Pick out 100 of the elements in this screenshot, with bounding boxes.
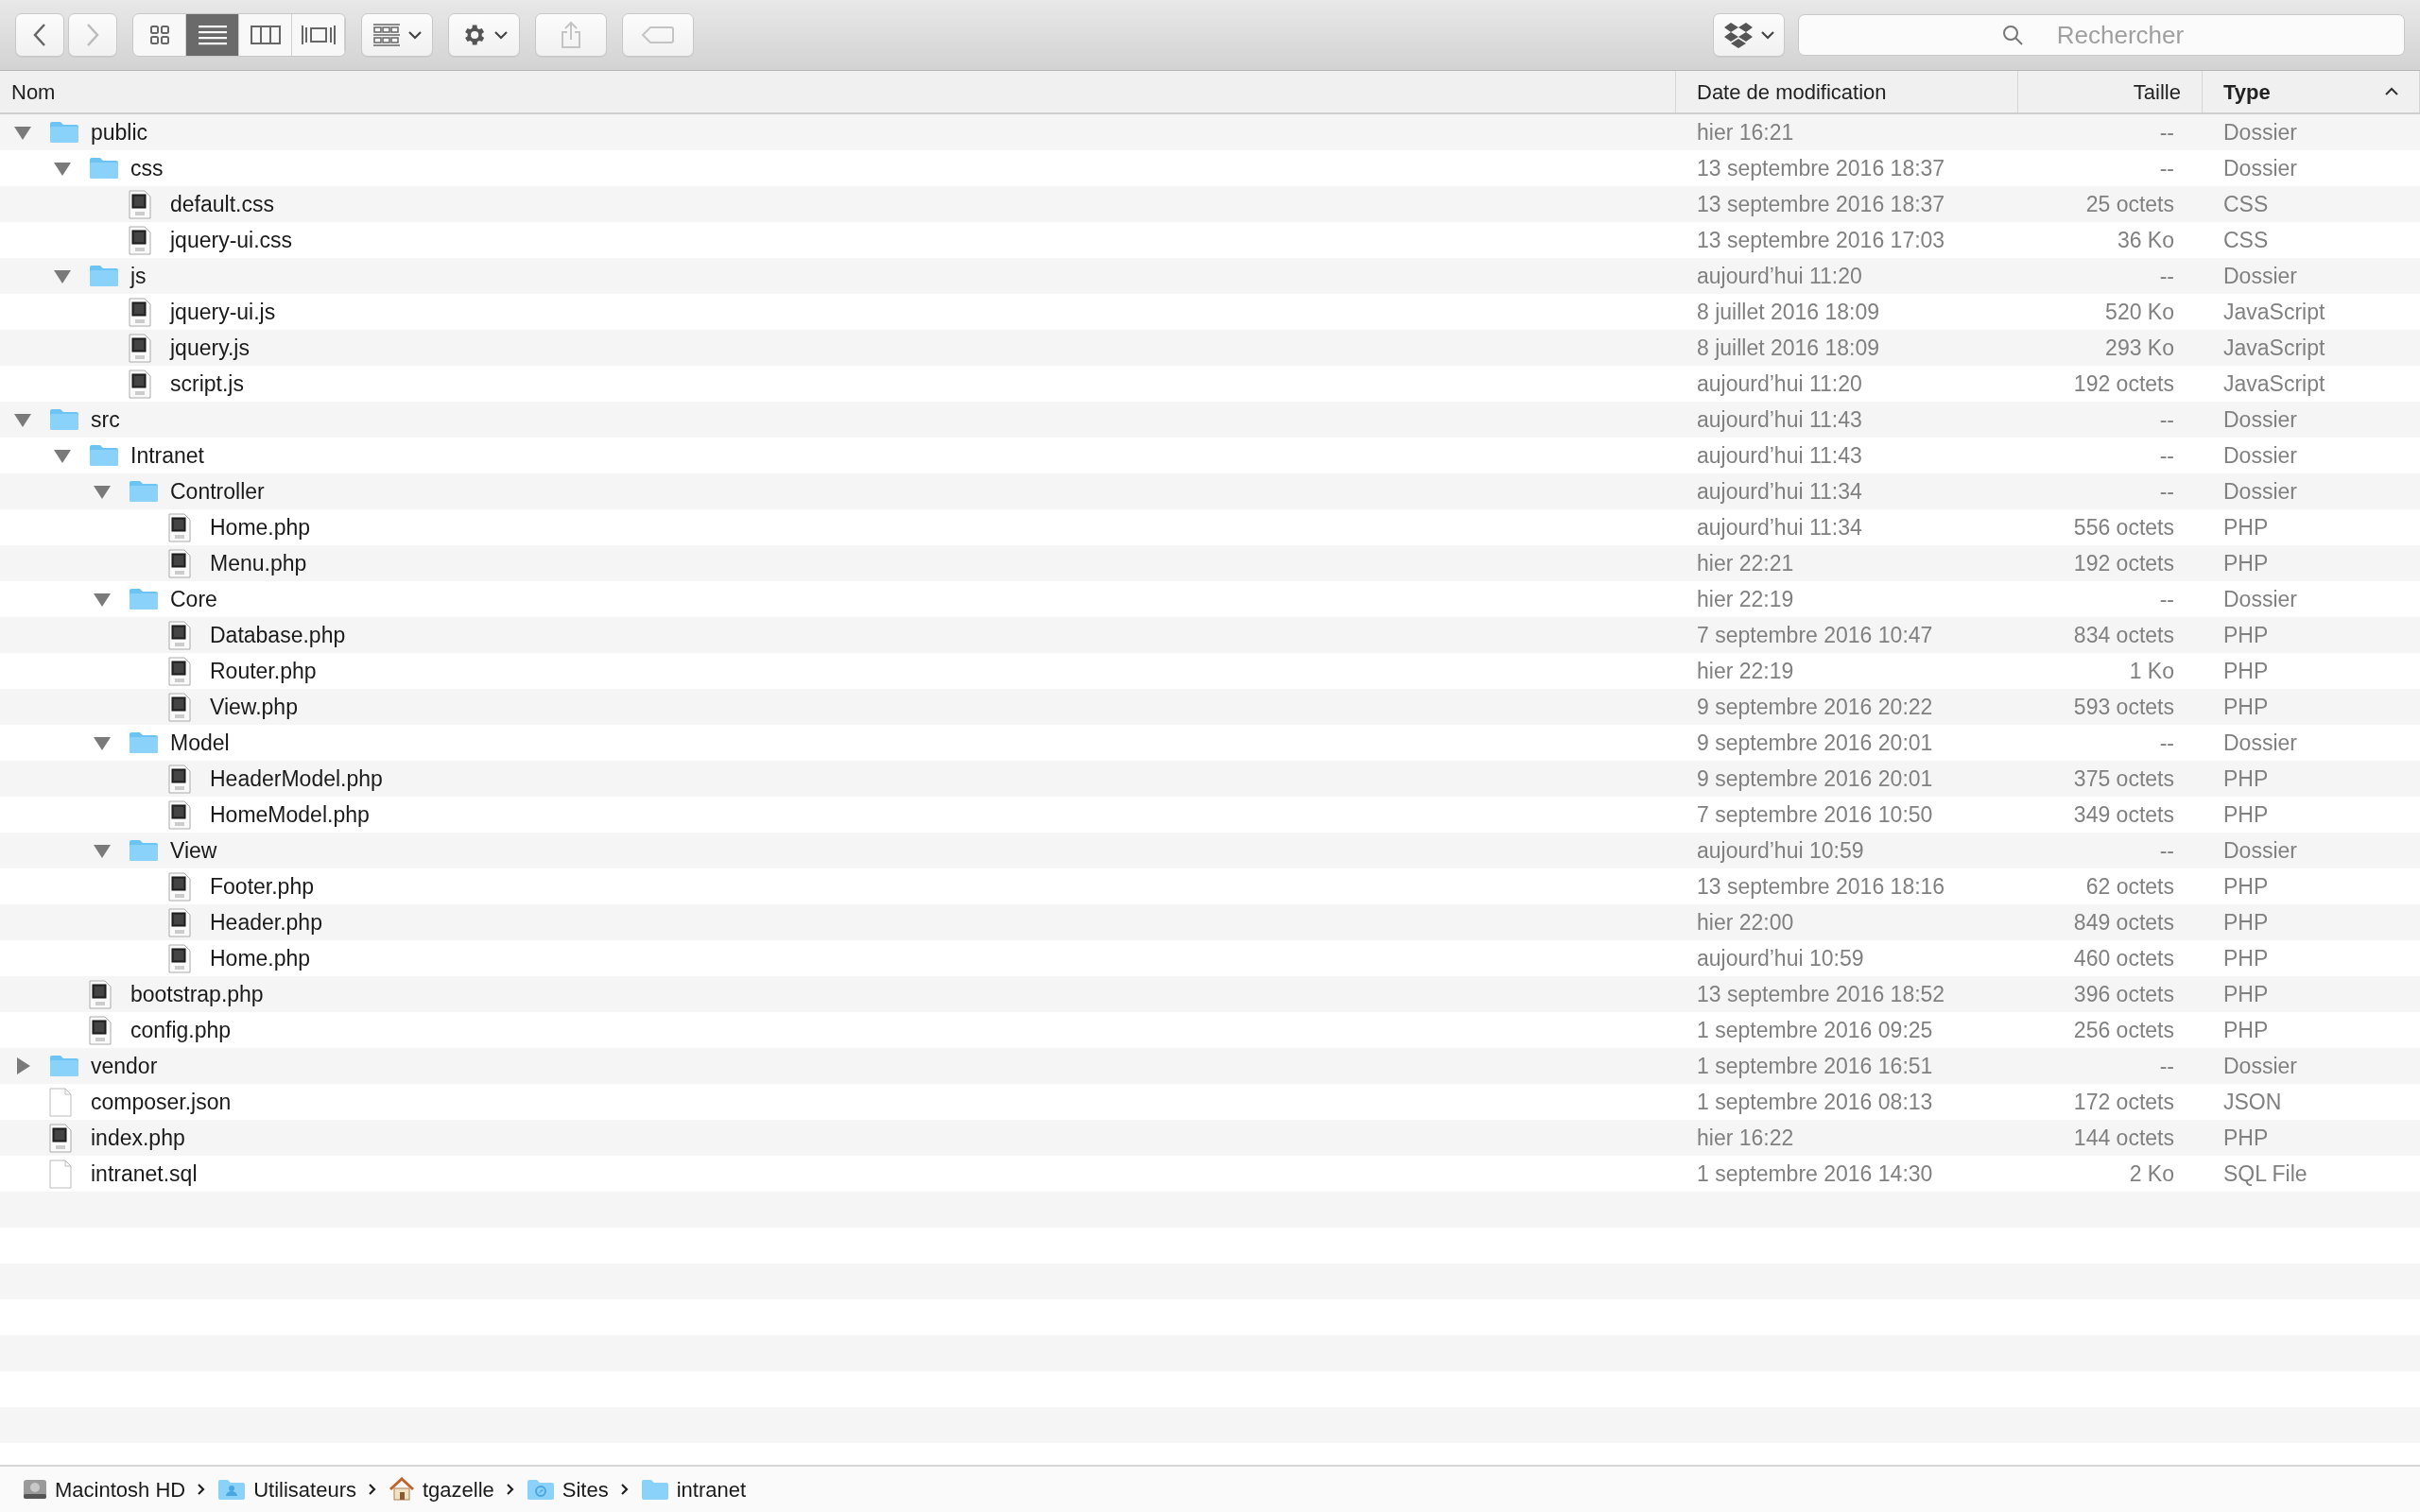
file-row[interactable]: src aujourd’hui 11:43 -- Dossier: [0, 402, 2420, 438]
file-row[interactable]: View.php 9 septembre 2016 20:22 593 octets PHP: [0, 689, 2420, 725]
file-size: --: [2158, 118, 2175, 146]
path-item[interactable]: Macintosh HD: [23, 1473, 186, 1505]
file-type: JSON: [2222, 1088, 2283, 1116]
modified-date: aujourd’hui 11:43: [1696, 405, 1863, 434]
document-icon: [168, 871, 191, 902]
file-type: Dossier: [2222, 585, 2298, 613]
caret-icon: [494, 30, 508, 40]
file-row[interactable]: Menu.php hier 22:21 192 octets PHP: [0, 545, 2420, 581]
file-name: src: [91, 405, 120, 434]
file-size: 256 octets: [2072, 1016, 2175, 1044]
file-row[interactable]: HeaderModel.php 9 septembre 2016 20:01 375 octets PHP: [0, 761, 2420, 797]
file-size: 25 octets: [2084, 190, 2175, 218]
file-type: Dossier: [2222, 441, 2298, 470]
file-name: public: [91, 118, 148, 146]
action-button[interactable]: [448, 13, 520, 57]
file-size: 520 Ko: [2104, 298, 2175, 326]
blank-document-icon: [49, 1159, 72, 1189]
document-icon: [168, 512, 191, 542]
search-field[interactable]: Rechercher: [1798, 14, 2405, 56]
modified-date: aujourd’hui 11:43: [1696, 441, 1863, 470]
column-header[interactable]: Date de modification: [1676, 71, 2018, 112]
arrange-grid-icon: [372, 24, 401, 46]
back-button[interactable]: [15, 13, 64, 57]
path-item[interactable]: Sites: [526, 1473, 609, 1505]
file-row[interactable]: index.php hier 16:22 144 octets PHP: [0, 1120, 2420, 1156]
modified-date: 13 septembre 2016 18:37: [1696, 154, 1946, 182]
file-type: CSS: [2222, 190, 2270, 218]
file-type: Dossier: [2222, 262, 2298, 290]
column-header[interactable]: Nom: [0, 71, 1676, 112]
modified-date: aujourd’hui 11:34: [1696, 477, 1863, 506]
file-name: HeaderModel.php: [210, 765, 383, 793]
modified-date: 13 septembre 2016 17:03: [1696, 226, 1946, 254]
folder-icon: [89, 265, 119, 287]
file-type: Dossier: [2222, 477, 2298, 506]
caret-icon: [408, 30, 422, 40]
folder-icon: [49, 121, 79, 144]
search-icon: [2002, 25, 2023, 45]
document-icon: [168, 799, 191, 830]
file-name: Menu.php: [210, 549, 307, 577]
open-boxes-icon: [1723, 22, 1754, 48]
folder-icon: [49, 408, 79, 431]
file-row[interactable]: Controller aujourd’hui 11:34 -- Dossier: [0, 473, 2420, 509]
path-item[interactable]: Utilisateurs: [217, 1473, 356, 1505]
file-row[interactable]: Database.php 7 septembre 2016 10:47 834 octets PHP: [0, 617, 2420, 653]
modified-date: 1 septembre 2016 08:13: [1696, 1088, 1934, 1116]
file-row[interactable]: jquery.js 8 juillet 2016 18:09 293 Ko JavaScript: [0, 330, 2420, 366]
user-folder-icon: [217, 1479, 247, 1500]
chevron-right-icon: [85, 23, 100, 47]
file-name: index.php: [91, 1124, 185, 1152]
file-name: Home.php: [210, 513, 311, 541]
file-type: PHP: [2222, 1016, 2270, 1044]
file-size: --: [2158, 836, 2175, 865]
file-row[interactable]: Header.php hier 22:00 849 octets PHP: [0, 904, 2420, 940]
file-row[interactable]: public hier 16:21 -- Dossier: [0, 114, 2420, 150]
list-icon: [198, 25, 227, 45]
chevron-right-icon: [367, 1483, 377, 1496]
file-row[interactable]: js aujourd’hui 11:20 -- Dossier: [0, 258, 2420, 294]
path-item[interactable]: tgazelle: [388, 1473, 494, 1505]
file-row[interactable]: View aujourd’hui 10:59 -- Dossier: [0, 833, 2420, 868]
path-item[interactable]: intranet: [640, 1473, 747, 1505]
file-row[interactable]: vendor 1 septembre 2016 16:51 -- Dossier: [0, 1048, 2420, 1084]
file-name: Footer.php: [210, 872, 314, 901]
file-name: jquery-ui.js: [170, 298, 276, 326]
cover-flow-icon: [300, 25, 337, 45]
modified-date: 13 septembre 2016 18:52: [1696, 980, 1946, 1008]
file-name: Controller: [170, 477, 265, 506]
file-size: 460 octets: [2072, 944, 2175, 972]
modified-date: 7 septembre 2016 10:50: [1696, 800, 1934, 829]
file-type: Dossier: [2222, 154, 2298, 182]
modified-date: hier 22:00: [1696, 908, 1795, 936]
modified-date: 13 septembre 2016 18:16: [1696, 872, 1946, 901]
modified-date: 9 septembre 2016 20:01: [1696, 729, 1934, 757]
file-name: Header.php: [210, 908, 322, 936]
view-mode-button[interactable]: [186, 14, 239, 56]
modified-date: 1 septembre 2016 09:25: [1696, 1016, 1934, 1044]
modified-date: aujourd’hui 11:34: [1696, 513, 1863, 541]
file-row[interactable]: default.css 13 septembre 2016 18:37 25 octets CSS: [0, 186, 2420, 222]
folder-icon: [49, 1055, 79, 1077]
file-name: Database.php: [210, 621, 346, 649]
file-type: PHP: [2222, 621, 2270, 649]
file-name: bootstrap.php: [130, 980, 264, 1008]
file-size: --: [2158, 262, 2175, 290]
modified-date: 8 juillet 2016 18:09: [1696, 334, 1881, 362]
file-type: Dossier: [2222, 836, 2298, 865]
modified-date: aujourd’hui 10:59: [1696, 944, 1865, 972]
file-type: PHP: [2222, 693, 2270, 721]
grid-icon: [148, 25, 170, 45]
modified-date: hier 22:21: [1696, 549, 1795, 577]
arrange-button[interactable]: [361, 13, 433, 57]
column-header[interactable]: Taille: [2018, 71, 2203, 112]
file-type: PHP: [2222, 908, 2270, 936]
file-size: --: [2158, 729, 2175, 757]
dropbox-button[interactable]: [1713, 13, 1785, 57]
share-icon: [561, 21, 581, 49]
column-header[interactable]: Type: [2203, 71, 2420, 112]
document-icon: [168, 548, 191, 578]
modified-date: aujourd’hui 10:59: [1696, 836, 1865, 865]
file-row[interactable]: bootstrap.php 13 septembre 2016 18:52 396 octets PHP: [0, 976, 2420, 1012]
